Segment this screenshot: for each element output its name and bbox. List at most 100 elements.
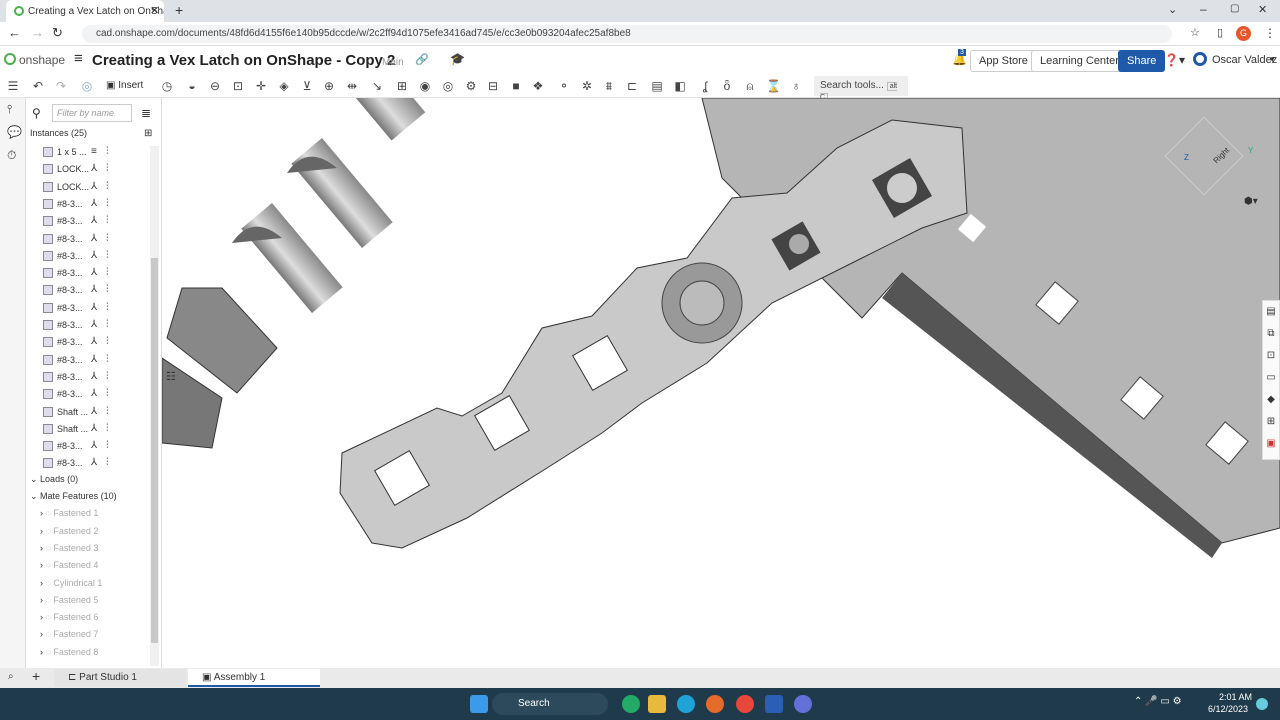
forward-icon[interactable]: →: [31, 25, 44, 40]
branch-label[interactable]: Main: [382, 57, 404, 68]
gear-relation-icon[interactable]: ⚙: [464, 79, 478, 93]
mate-connector-icon[interactable]: ◉: [418, 79, 432, 93]
measure-icon[interactable]: ⊏: [625, 79, 639, 93]
word-icon[interactable]: [765, 695, 783, 713]
settings-gear-icon[interactable]: ✲: [580, 79, 594, 93]
user-menu-chevron-icon[interactable]: ▾: [1270, 54, 1275, 65]
insert-button[interactable]: ▣ Insert: [106, 80, 143, 91]
replicate-icon[interactable]: ■: [509, 79, 523, 93]
expand-chevron-icon[interactable]: ›: [40, 543, 43, 553]
panel-scrollbar[interactable]: [150, 146, 159, 666]
mate-item[interactable]: › ◌ Fastened 5: [40, 595, 98, 612]
expand-chevron-icon[interactable]: ›: [40, 629, 43, 639]
group-icon[interactable]: ⊞: [395, 79, 409, 93]
comments-icon[interactable]: 💬: [7, 125, 22, 139]
scroll-thumb[interactable]: [151, 258, 158, 643]
instance-item[interactable]: #8-3... ⅄ ⫶: [26, 352, 148, 369]
history-icon[interactable]: ◷: [160, 79, 174, 93]
filter-input[interactable]: Filter by name: [52, 104, 132, 122]
instance-item[interactable]: LOCK... ⅄ ⫶: [26, 161, 148, 178]
appearance-icon[interactable]: ◧: [673, 79, 687, 93]
loads-section[interactable]: ⌄ Loads (0): [30, 474, 78, 491]
profile-avatar[interactable]: G: [1236, 26, 1251, 41]
mate-features-section[interactable]: ⌄ Mate Features (10): [30, 491, 117, 508]
help-icon[interactable]: ❓▾: [1164, 53, 1185, 67]
add-tab-icon[interactable]: +: [32, 668, 40, 684]
hourglass-icon[interactable]: ⌛: [766, 79, 781, 93]
assembly-model[interactable]: [162, 98, 1280, 668]
logo-text[interactable]: onshape: [19, 53, 65, 67]
zoom-icon[interactable]: [794, 695, 812, 713]
filter-icon[interactable]: ⚲: [32, 106, 41, 120]
expand-chevron-icon[interactable]: ›: [40, 647, 43, 657]
sidepanel-icon[interactable]: ▯: [1217, 26, 1223, 39]
expand-chevron-icon[interactable]: ›: [40, 526, 43, 536]
back-icon[interactable]: ←: [8, 25, 21, 40]
mate-item[interactable]: › ◌ Fastened 7: [40, 629, 98, 646]
3d-viewport[interactable]: Right Z Y ⬢▾ ▤ ⧉ ⊡ ▭ ◆ ⊞ ▣ ☷: [162, 98, 1280, 668]
clock-date[interactable]: 6/12/2023: [1208, 704, 1248, 714]
app-store-button[interactable]: App Store: [970, 50, 1037, 72]
menu-icon[interactable]: ⋮: [1264, 26, 1276, 40]
instance-item[interactable]: #8-3... ⅄ ⫶: [26, 248, 148, 265]
instance-item[interactable]: #8-3... ⅄ ⫶: [26, 369, 148, 386]
link-icon[interactable]: 🔗: [415, 53, 429, 66]
bookmark-star-icon[interactable]: ☆: [1190, 26, 1200, 39]
share-button[interactable]: Share: [1118, 50, 1166, 72]
firefox-icon[interactable]: [706, 695, 724, 713]
new-tab-icon[interactable]: +: [175, 2, 183, 18]
joint-icon[interactable]: ⍝: [743, 79, 757, 93]
pin-slot-mate-icon[interactable]: ⊻: [300, 79, 314, 93]
instance-item[interactable]: #8-3... ⅄ ⫶: [26, 455, 148, 472]
instance-item[interactable]: #8-3... ⅄ ⫶: [26, 265, 148, 282]
display-icon[interactable]: ▤: [650, 79, 664, 93]
tab-search-icon[interactable]: ⌄: [1168, 3, 1177, 16]
user-name[interactable]: Oscar Valdez: [1212, 54, 1277, 66]
explode-icon[interactable]: ⚬: [557, 79, 571, 93]
close-tab-icon[interactable]: ✕: [150, 4, 159, 17]
maximize-icon[interactable]: ▢: [1230, 3, 1239, 14]
tab-part-studio[interactable]: ⊏ Part Studio 1: [54, 669, 186, 687]
close-window-icon[interactable]: ✕: [1258, 3, 1267, 16]
notification-icon[interactable]: [1256, 698, 1268, 710]
relation-icon[interactable]: ◎: [441, 79, 455, 93]
browser-tab[interactable]: Creating a Vex Latch on OnShape: [6, 0, 164, 22]
reload-icon[interactable]: ↻: [52, 25, 63, 41]
new-folder-icon[interactable]: ⊞: [144, 128, 152, 139]
instance-item[interactable]: #8-3... ⅄ ⫶: [26, 231, 148, 248]
redo-icon[interactable]: ↷: [54, 79, 68, 93]
user-avatar-icon[interactable]: [1193, 52, 1207, 66]
revolute-mate-icon[interactable]: ⊖: [208, 79, 222, 93]
fasten-mate-icon[interactable]: ◒: [185, 79, 199, 93]
timer-icon[interactable]: ⏱: [7, 148, 16, 163]
document-title[interactable]: Creating a Vex Latch on OnShape - Copy 2: [92, 52, 395, 69]
tab-assembly[interactable]: ▣ Assembly 1: [188, 669, 320, 687]
view-icon[interactable]: ◎: [80, 79, 94, 93]
planar-mate-icon[interactable]: ✛: [254, 79, 268, 93]
search-tabs-icon[interactable]: ⌕: [8, 671, 14, 682]
expand-chevron-icon[interactable]: ›: [40, 595, 43, 605]
slider-mate-icon[interactable]: ⊡: [231, 79, 245, 93]
section-icon[interactable]: ⩩: [602, 79, 616, 93]
rack-relation-icon[interactable]: ⊟: [486, 79, 500, 93]
instance-item[interactable]: #8-3... ⅄ ⫶: [26, 317, 148, 334]
expand-chevron-icon[interactable]: ›: [40, 612, 43, 622]
instance-item[interactable]: #8-3... ⅄ ⫶: [26, 334, 148, 351]
taskbar-search[interactable]: Search: [492, 693, 608, 715]
instance-item[interactable]: #8-3... ⅄ ⫶: [26, 438, 148, 455]
pattern-icon[interactable]: ❖: [531, 79, 545, 93]
instance-item[interactable]: LOCK... ⅄ ⫶: [26, 179, 148, 196]
feature-list-icon[interactable]: ☰: [6, 79, 20, 93]
mate-item[interactable]: › ◌ Fastened 6: [40, 612, 98, 629]
minimize-icon[interactable]: –: [1200, 2, 1207, 16]
expand-chevron-icon[interactable]: ›: [40, 560, 43, 570]
expand-chevron-icon[interactable]: ›: [40, 508, 43, 518]
learning-center-button[interactable]: Learning Center: [1031, 50, 1128, 72]
add-mate-icon[interactable]: ⫯: [7, 102, 12, 117]
instance-item[interactable]: 1 x 5 ... ≡ ⫶: [26, 144, 148, 161]
mate-item[interactable]: › ◌ Fastened 4: [40, 560, 98, 577]
instance-item[interactable]: Shaft ... ⅄ ⫶: [26, 404, 148, 421]
bing-icon[interactable]: [622, 695, 640, 713]
view-options-icon[interactable]: ⬢▾: [1244, 196, 1258, 207]
hinge-icon[interactable]: ȫ: [720, 79, 734, 93]
